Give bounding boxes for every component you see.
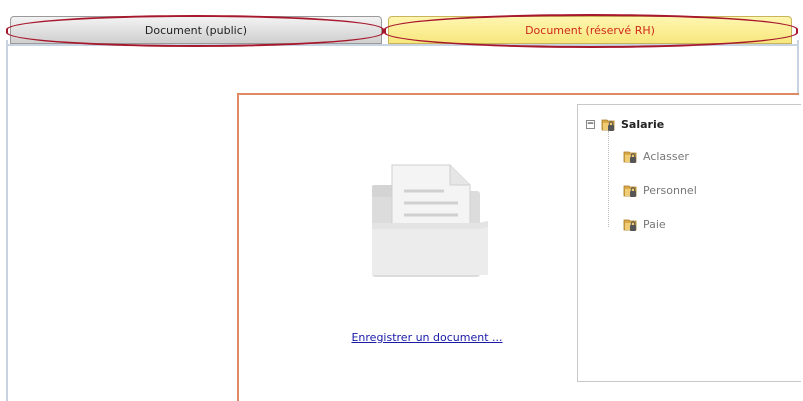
tree-connector-line <box>608 131 610 227</box>
folder-lock-icon <box>623 219 637 231</box>
tab-document-public-label: Document (public) <box>144 23 248 37</box>
folder-lock-icon <box>623 151 637 163</box>
tree-node-label: Salarie <box>621 117 665 131</box>
folder-lock-icon <box>623 185 637 197</box>
tree-node-label: Aclasser <box>643 149 689 163</box>
tree-node-personnel[interactable]: Personnel <box>622 182 697 198</box>
tab-document-rh-label: Document (réservé RH) <box>525 23 655 37</box>
folder-lock-icon <box>601 119 615 131</box>
frame-border-left <box>6 40 8 401</box>
tree-node-aclasser[interactable]: Aclasser <box>622 148 689 164</box>
collapse-icon[interactable]: − <box>586 119 595 129</box>
tab-document-rh[interactable]: Document (réservé RH) <box>388 16 792 44</box>
tree-node-label: Paie <box>643 217 666 231</box>
tree-node-salarie[interactable]: − Salarie <box>586 116 664 132</box>
tree-node-paie[interactable]: Paie <box>622 216 666 232</box>
folder-tree-panel <box>577 104 801 382</box>
tree-node-label: Personnel <box>643 183 697 197</box>
document-folder-icon <box>372 164 488 277</box>
tab-document-public[interactable]: Document (public) <box>10 16 382 44</box>
tab-bar-divider <box>6 44 799 46</box>
save-document-link[interactable]: Enregistrer un document ... <box>334 331 520 344</box>
